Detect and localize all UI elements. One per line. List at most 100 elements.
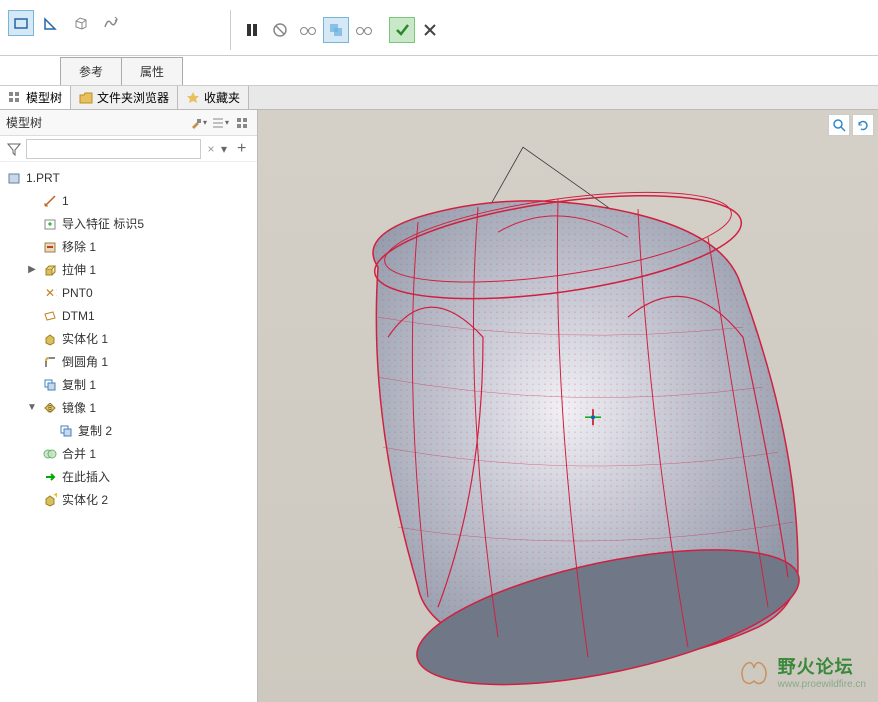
separator [230, 10, 231, 50]
curve-tool[interactable] [98, 10, 124, 36]
toolbar-right-group [224, 4, 443, 50]
tree-item[interactable]: ✕✕PNT0 [2, 281, 255, 304]
model-render [298, 137, 838, 697]
round-icon [42, 354, 58, 370]
copy-icon [58, 423, 74, 439]
search-dropdown-icon[interactable]: ▾ [221, 142, 235, 156]
watermark-title: 野火论坛 [778, 653, 866, 679]
tree-item[interactable]: DTM1 [2, 304, 255, 327]
tree-toggle-icon [26, 195, 38, 207]
star-icon [186, 91, 200, 105]
tree-header: 模型树 ▾ ▾ [0, 110, 257, 136]
watermark-url: www.proewildfire.cn [778, 679, 866, 690]
tree-item-label: 倒圆角 1 [62, 353, 108, 370]
tree-toggle-icon[interactable]: ▶ [26, 264, 38, 276]
tree-toggle-icon [26, 379, 38, 391]
refresh-icon[interactable] [852, 114, 874, 136]
solidify2-icon: ✦ [42, 492, 58, 508]
glasses-button[interactable] [295, 17, 321, 43]
viewport-tools [828, 114, 874, 136]
tree-icon [8, 91, 22, 105]
box-tool[interactable] [68, 10, 94, 36]
favorites-tab-label: 收藏夹 [204, 89, 240, 106]
tree-item-label: 1 [62, 194, 69, 208]
cancel-button[interactable] [417, 17, 443, 43]
tree-item[interactable]: 在此插入 [2, 465, 255, 488]
extrude-icon [42, 262, 58, 278]
tree-item-label: 实体化 1 [62, 330, 108, 347]
tree-item-label: DTM1 [62, 309, 95, 323]
tree-toggle-icon [26, 218, 38, 230]
overlap-button[interactable] [323, 17, 349, 43]
tree-item[interactable]: 导入特征 标识5 [2, 212, 255, 235]
import-icon [42, 216, 58, 232]
tree-item[interactable]: ✦实体化 2 [2, 488, 255, 511]
tree-toggle-icon[interactable]: ▼ [26, 402, 38, 414]
tree-toggle-icon [26, 494, 38, 506]
merge-icon [42, 446, 58, 462]
tree-toggle-icon [26, 448, 38, 460]
tree-title: 模型树 [6, 114, 42, 131]
tool-hammer-icon[interactable]: ▾ [189, 114, 207, 132]
tree-item-label: 拉伸 1 [62, 261, 96, 278]
zoom-fit-icon[interactable] [828, 114, 850, 136]
tree-item[interactable]: 移除 1 [2, 235, 255, 258]
reference-tab[interactable]: 参考 [60, 57, 122, 85]
tree-item[interactable]: 合并 1 [2, 442, 255, 465]
watermark-text: 野火论坛 www.proewildfire.cn [778, 653, 866, 690]
watermark-logo-icon [734, 656, 772, 688]
insert-icon [42, 469, 58, 485]
search-row: × ▾ + [0, 136, 257, 162]
tree-item[interactable]: 倒圆角 1 [2, 350, 255, 373]
folder-browser-tab[interactable]: 文件夹浏览器 [71, 86, 178, 109]
tree-item[interactable]: 复制 1 [2, 373, 255, 396]
folder-browser-tab-label: 文件夹浏览器 [97, 89, 169, 106]
tree-item[interactable]: ▶ 拉伸 1 [2, 258, 255, 281]
sub-tabs-row: 参考 属性 [0, 56, 878, 86]
tree-toggle-icon [26, 471, 38, 483]
tree-toggle-icon [26, 356, 38, 368]
svg-text:✦: ✦ [52, 493, 57, 502]
model-tree-tab-label: 模型树 [26, 89, 62, 106]
search-input[interactable] [26, 139, 201, 159]
mirror-icon [42, 400, 58, 416]
angle-tool[interactable] [38, 10, 64, 36]
tree-toggle-icon [26, 287, 38, 299]
watermark: 野火论坛 www.proewildfire.cn [734, 653, 866, 690]
tree-root[interactable]: 1.PRT [2, 166, 255, 189]
model-tree: 1.PRT 1 导入特征 标识5移除 1 ▶ 拉伸 1 ✕✕PNT0 DTM1 实体化 1 倒… [0, 162, 257, 702]
pause-button[interactable] [239, 17, 265, 43]
properties-tab[interactable]: 属性 [121, 57, 183, 85]
forbidden-button[interactable] [267, 17, 293, 43]
tree-item-label: 复制 2 [78, 422, 112, 439]
glasses2-button[interactable] [351, 17, 377, 43]
main-area: 模型树 ▾ ▾ × ▾ + 1.PRT 1 导入特征 标识5移除 1 ▶ 拉伸 1 ✕✕… [0, 110, 878, 702]
sidebar: 模型树 ▾ ▾ × ▾ + 1.PRT 1 导入特征 标识5移除 1 ▶ 拉伸 1 ✕✕… [0, 110, 258, 702]
top-toolbar [0, 0, 878, 56]
copy-icon [42, 377, 58, 393]
svg-text:✕✕: ✕✕ [45, 286, 57, 300]
search-clear-icon[interactable]: × [203, 141, 219, 157]
tool-settings-icon[interactable] [233, 114, 251, 132]
tree-item[interactable]: ▼镜像 1 [2, 396, 255, 419]
tree-item[interactable]: 1 [2, 189, 255, 212]
tree-header-tools: ▾ ▾ [189, 114, 251, 132]
tree-item[interactable]: 复制 2 [2, 419, 255, 442]
filter-icon[interactable] [4, 139, 24, 159]
tool-list-icon[interactable]: ▾ [211, 114, 229, 132]
tree-toggle-icon [26, 241, 38, 253]
tree-toggle-icon [26, 310, 38, 322]
search-add-icon[interactable]: + [237, 140, 253, 158]
axis-icon [42, 193, 58, 209]
model-tree-tab[interactable]: 模型树 [0, 86, 71, 109]
folder-icon [79, 91, 93, 105]
tree-item-label: 合并 1 [62, 445, 96, 462]
confirm-button[interactable] [389, 17, 415, 43]
tree-item[interactable]: 实体化 1 [2, 327, 255, 350]
plane-icon [42, 308, 58, 324]
tree-item-label: 在此插入 [62, 468, 110, 485]
solidify-icon [42, 331, 58, 347]
viewport-3d[interactable]: 野火论坛 www.proewildfire.cn [258, 110, 878, 702]
rectangle-tool[interactable] [8, 10, 34, 36]
favorites-tab[interactable]: 收藏夹 [178, 86, 249, 109]
